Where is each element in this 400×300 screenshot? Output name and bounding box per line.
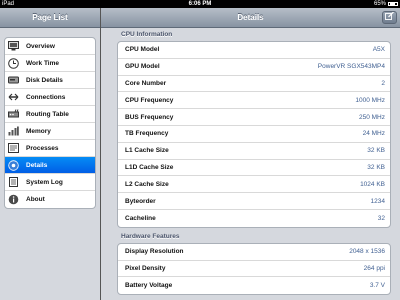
menu-item-system-log[interactable]: System Log	[5, 174, 95, 191]
info-icon	[8, 194, 19, 205]
hw-section-header: Hardware Features	[121, 232, 180, 240]
battery-icon	[388, 2, 398, 6]
row-label: GPU Model	[125, 63, 160, 71]
hardware-features-group: Display Resolution 2048 x 1536 Pixel Dens…	[117, 242, 391, 296]
menu-item-processes[interactable]: Processes	[5, 140, 95, 157]
menu-item-label: Overview	[26, 42, 55, 50]
menu-item-label: Work Time	[26, 59, 59, 67]
row-label: L1D Cache Size	[125, 163, 174, 171]
menu-item-overview[interactable]: Overview	[5, 38, 95, 55]
menu-item-label: Processes	[26, 144, 59, 152]
log-icon	[8, 177, 19, 188]
table-row: CPU Model A5X	[118, 42, 390, 59]
clock: 6:06 PM	[188, 1, 212, 7]
routing-icon	[8, 109, 19, 120]
row-value: 32 KB	[367, 147, 385, 155]
menu-item-label: About	[26, 196, 45, 203]
row-value: 2048 x 1536	[349, 248, 385, 256]
menu-item-label: Details	[26, 161, 48, 169]
page-list-navbar: Page List	[0, 8, 100, 28]
menu-item-label: Connections	[26, 93, 66, 101]
compose-button[interactable]	[382, 11, 397, 24]
row-label: Byteorder	[125, 197, 156, 205]
row-label: BUS Frequency	[125, 113, 174, 121]
table-row: L1 Cache Size 32 KB	[118, 143, 390, 160]
row-label: Display Resolution	[125, 248, 184, 256]
table-row: Byteorder 1234	[118, 193, 390, 210]
details-title: Details	[237, 13, 264, 22]
row-value: 32	[377, 214, 385, 222]
status-bar: iPad 6:06 PM 65%	[0, 0, 400, 8]
row-value: 1234	[370, 197, 385, 205]
page-list-pane: Page List Overview Work Time Disk Detail…	[0, 8, 100, 300]
row-label: Battery Voltage	[125, 282, 173, 290]
row-label: Core Number	[125, 79, 167, 87]
disk-icon	[8, 75, 19, 86]
menu-item-disk-details[interactable]: Disk Details	[5, 72, 95, 89]
row-value: 24 MHz	[362, 130, 385, 138]
row-label: Pixel Density	[125, 264, 166, 272]
menu-item-label: Memory	[26, 127, 51, 135]
menu-item-routing-table[interactable]: Routing Table	[5, 106, 95, 123]
battery-percent: 65%	[373, 1, 386, 7]
row-value: 250 MHz	[358, 113, 385, 121]
table-row: GPU Model PowerVR SGX543MP4	[118, 59, 390, 76]
menu-item-memory[interactable]: Memory	[5, 123, 95, 140]
table-row: BUS Frequency 250 MHz	[118, 109, 390, 126]
table-row: CPU Frequency 1000 MHz	[118, 92, 390, 110]
menu-item-work-time[interactable]: Work Time	[5, 55, 95, 72]
row-label: CPU Model	[125, 46, 160, 54]
row-value: 264 ppi	[363, 264, 385, 272]
row-value: 1024 KB	[360, 180, 385, 188]
details-navbar: Details	[101, 8, 400, 28]
monitor-icon	[8, 41, 19, 52]
connections-icon	[8, 92, 19, 103]
row-value: 1000 MHz	[355, 96, 385, 104]
table-row: L2 Cache Size 1024 KB	[118, 176, 390, 194]
processes-icon	[8, 143, 19, 154]
table-row: Core Number 2	[118, 76, 390, 93]
table-row: TB Frequency 24 MHz	[118, 126, 390, 143]
page-list-title: Page List	[32, 13, 68, 22]
menu-item-label: System Log	[26, 178, 63, 186]
table-row: Cacheline 32	[118, 210, 390, 227]
memory-icon	[8, 126, 19, 137]
menu-item-label: Disk Details	[26, 76, 63, 84]
page-list-menu: Overview Work Time Disk Details Connecti…	[4, 37, 96, 209]
row-value: 3.7 V	[369, 282, 385, 290]
row-label: Cacheline	[125, 214, 156, 222]
compose-icon	[385, 8, 394, 27]
menu-item-about[interactable]: About	[5, 191, 95, 208]
menu-item-label: Routing Table	[26, 110, 69, 118]
row-label: CPU Frequency	[125, 96, 174, 104]
details-pane: Details CPU Information CPU Model A5X GPU…	[101, 8, 400, 300]
row-value: A5X	[372, 46, 385, 54]
row-label: L1 Cache Size	[125, 147, 169, 155]
row-label: L2 Cache Size	[125, 180, 169, 188]
details-icon	[8, 159, 19, 171]
table-row: L1D Cache Size 32 KB	[118, 160, 390, 177]
clock-icon	[8, 57, 19, 69]
row-value: 32 KB	[367, 163, 385, 171]
table-row: Pixel Density 264 ppi	[118, 261, 390, 278]
row-value: PowerVR SGX543MP4	[317, 63, 385, 71]
menu-item-details[interactable]: Details	[5, 157, 95, 174]
table-row: Display Resolution 2048 x 1536	[118, 244, 390, 261]
table-row: Battery Voltage 3.7 V	[118, 277, 390, 294]
cpu-info-group: CPU Model A5X GPU Model PowerVR SGX543MP4 …	[117, 41, 391, 228]
row-label: TB Frequency	[125, 130, 169, 138]
menu-item-connections[interactable]: Connections	[5, 89, 95, 106]
row-value: 2	[381, 79, 385, 87]
cpu-section-header: CPU Information	[121, 31, 173, 38]
